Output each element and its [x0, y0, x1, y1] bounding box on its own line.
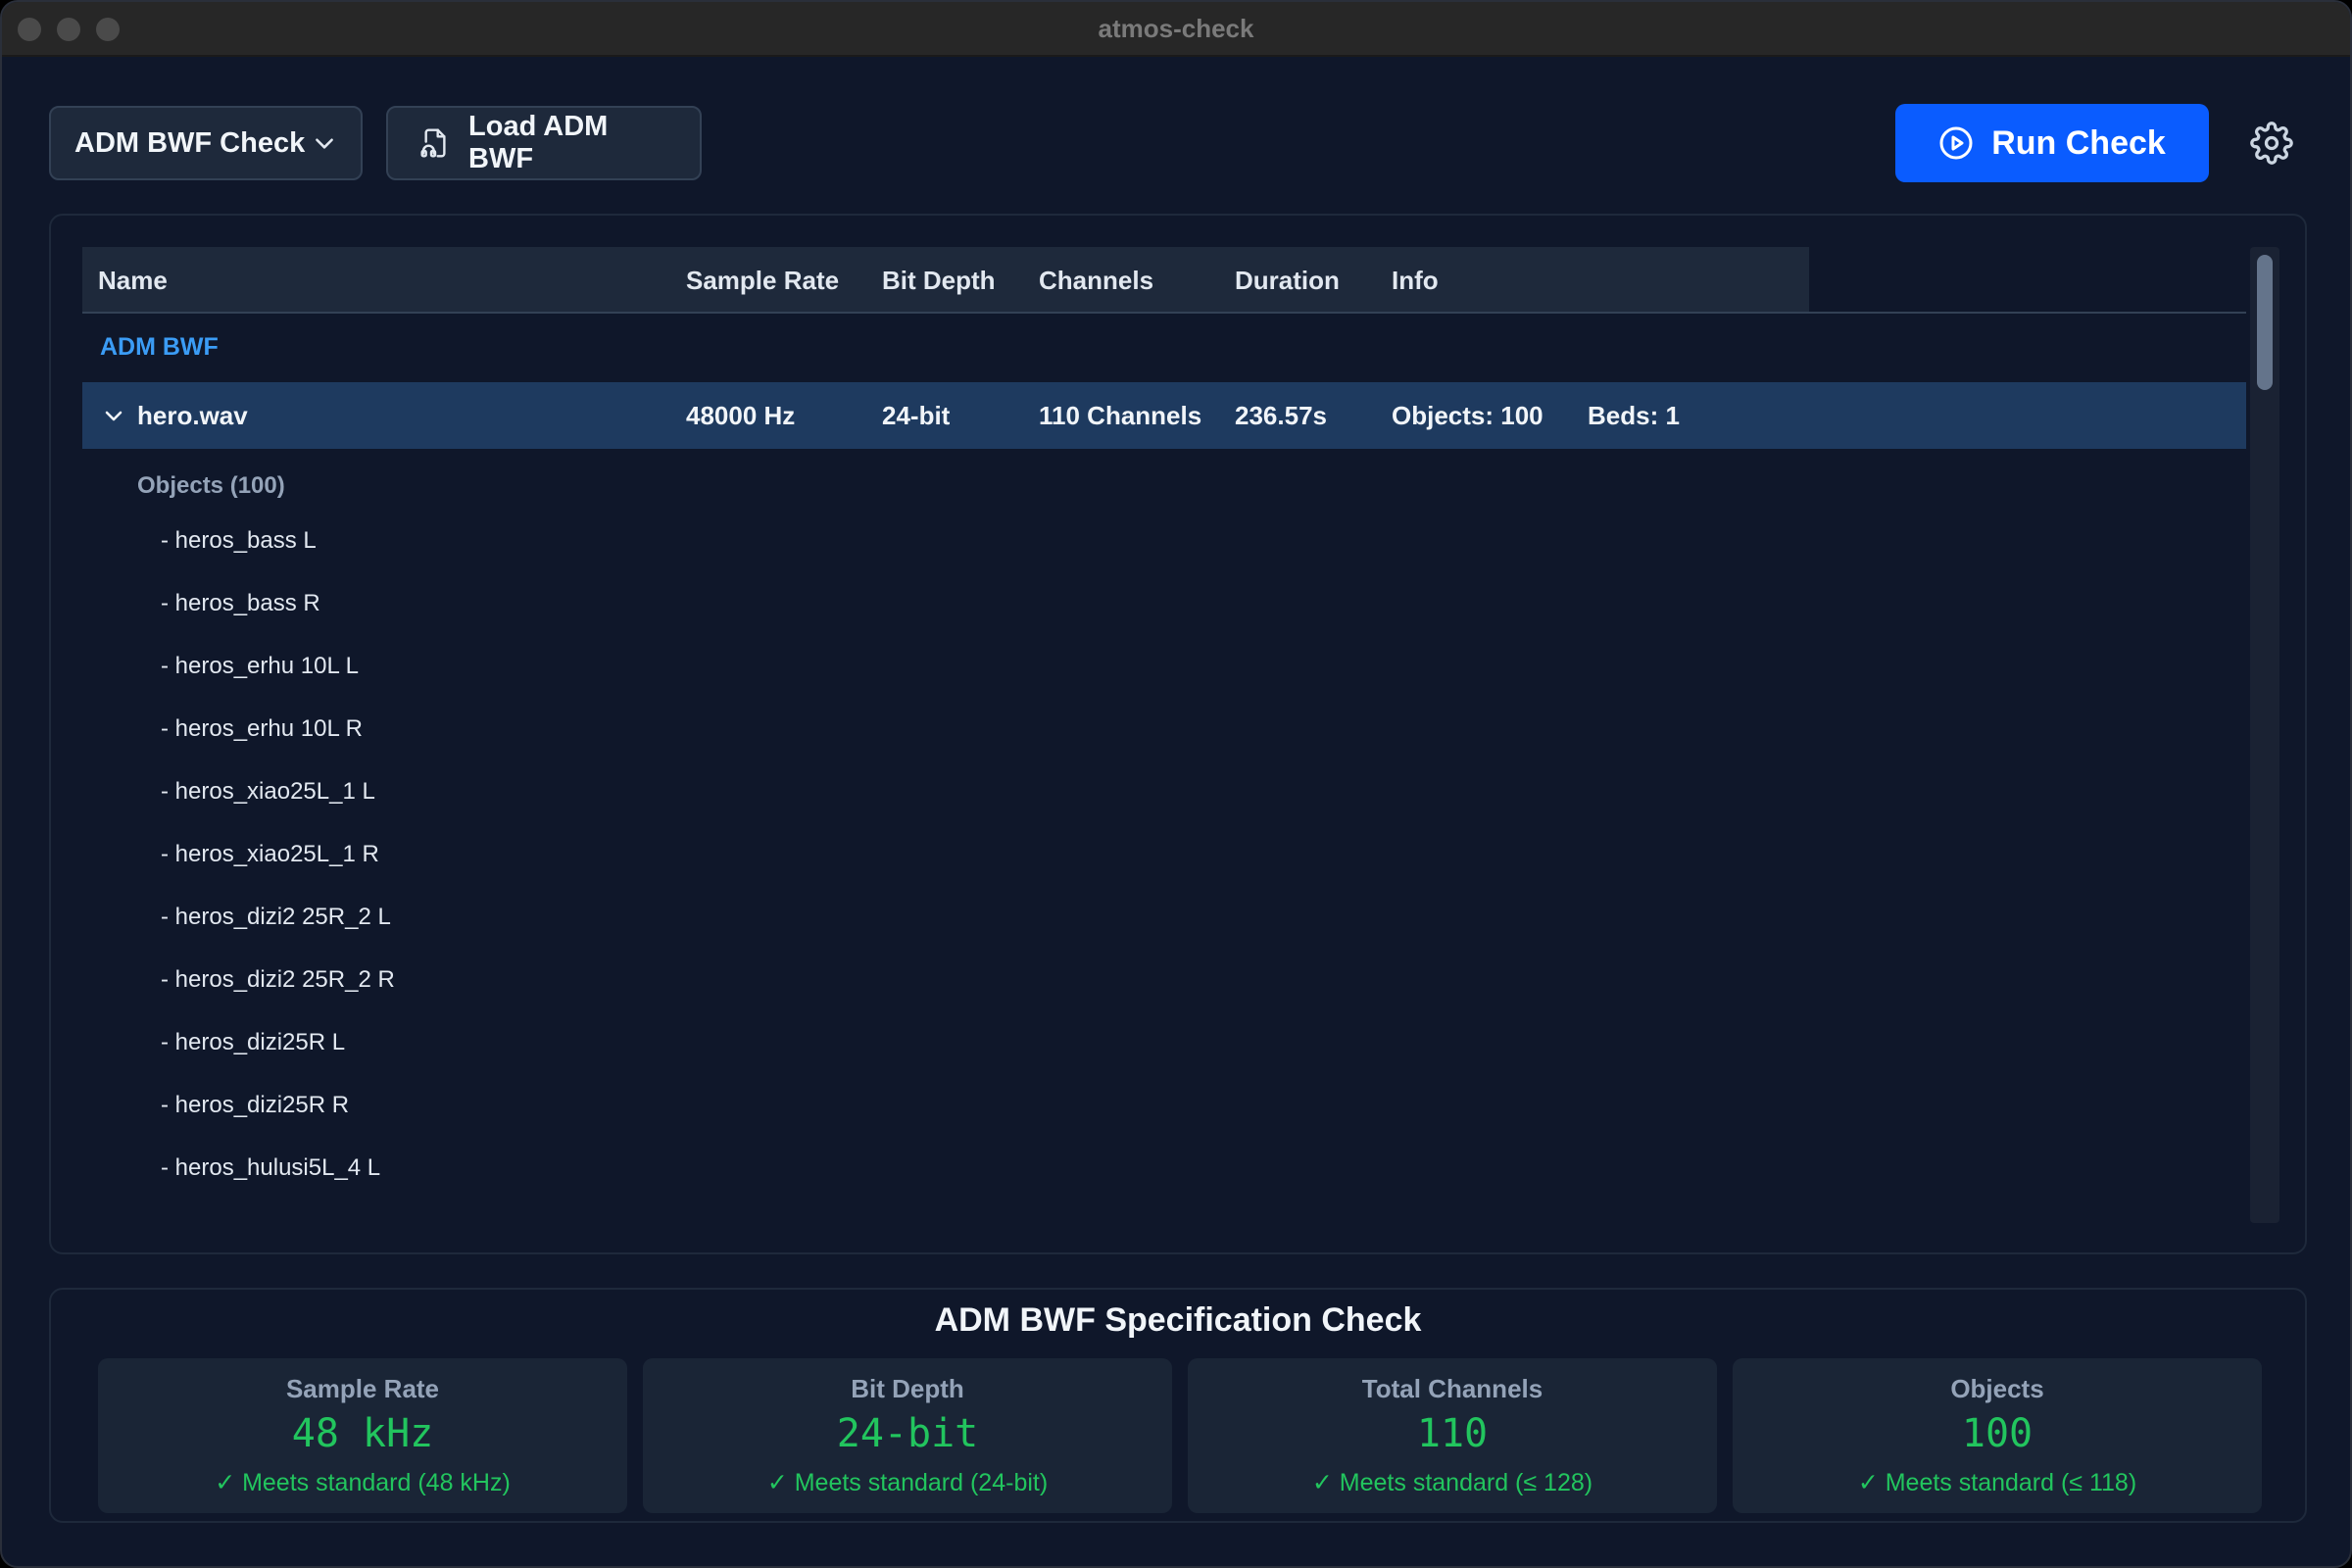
window-title: atmos-check [1098, 13, 1254, 43]
file-audio-icon [420, 128, 446, 158]
list-item: - heros_bass R [161, 590, 320, 616]
list-item: - heros_dizi2 25R_2 R [161, 966, 395, 993]
window-controls [18, 18, 120, 41]
objects-list: - heros_bass L - heros_bass R - heros_er… [161, 510, 395, 1200]
scrollbar-thumb[interactable] [2257, 255, 2273, 390]
gear-icon[interactable] [2250, 122, 2293, 165]
chevron-down-icon [316, 138, 333, 149]
file-duration: 236.57s [1235, 401, 1327, 430]
card-value: 48 kHz [291, 1411, 434, 1456]
table-scrollbar[interactable] [2250, 247, 2279, 1223]
spec-card-total-channels: Total Channels 110 ✓ Meets standard (≤ 1… [1188, 1358, 1717, 1513]
file-name: hero.wav [137, 401, 248, 430]
toolbar: ADM BWF Check Load ADM BWF Run Check [49, 104, 2303, 182]
column-header-duration[interactable]: Duration [1235, 247, 1340, 314]
file-sample-rate: 48000 Hz [686, 401, 796, 430]
column-header-bit-depth[interactable]: Bit Depth [882, 247, 996, 314]
app-window: atmos-check ADM BWF Check Load ADM BWF R… [0, 0, 2352, 1568]
mode-select[interactable]: ADM BWF Check [49, 106, 363, 180]
list-item: - heros_erhu 10L L [161, 653, 359, 679]
list-item: - heros_dizi2 25R_2 L [161, 904, 391, 930]
load-button-label: Load ADM BWF [468, 111, 609, 174]
card-status: ✓ Meets standard (≤ 128) [1311, 1469, 1593, 1496]
file-bit-depth: 24-bit [882, 401, 951, 430]
minimize-window-button[interactable] [57, 18, 80, 41]
play-circle-icon [1939, 126, 1973, 160]
list-item: - heros_xiao25L_1 L [161, 778, 375, 805]
file-objects: Objects: 100 [1392, 401, 1544, 430]
file-table-panel: Name Sample Rate Bit Depth Channels Dura… [49, 214, 2307, 1254]
file-beds: Beds: 1 [1588, 401, 1680, 430]
spec-card-sample-rate: Sample Rate 48 kHz ✓ Meets standard (48 … [98, 1358, 627, 1513]
spec-card-bit-depth: Bit Depth 24-bit ✓ Meets standard (24-bi… [643, 1358, 1172, 1513]
title-bar: atmos-check [2, 2, 2350, 57]
objects-heading: Objects (100) [137, 472, 285, 499]
close-window-button[interactable] [18, 18, 41, 41]
file-channels: 110 Channels [1039, 401, 1202, 430]
card-status: ✓ Meets standard (≤ 118) [1857, 1469, 2137, 1496]
card-label: Bit Depth [851, 1374, 964, 1403]
list-item: - heros_dizi25R R [161, 1092, 350, 1118]
card-value: 24-bit [836, 1411, 979, 1456]
card-label: Sample Rate [285, 1374, 440, 1403]
run-button-label: Run Check [1991, 123, 2166, 162]
card-status: ✓ Meets standard (48 kHz) [215, 1469, 511, 1496]
card-status: ✓ Meets standard (24-bit) [766, 1469, 1049, 1496]
list-item: - heros_erhu 10L R [161, 715, 363, 742]
card-value: 110 [1416, 1411, 1489, 1456]
header-divider [82, 312, 2246, 314]
zoom-window-button[interactable] [96, 18, 120, 41]
card-label: Objects [1950, 1374, 2044, 1403]
group-label: ADM BWF [100, 333, 219, 361]
list-item: - heros_bass L [161, 527, 317, 554]
spec-card-objects: Objects 100 ✓ Meets standard (≤ 118) [1733, 1358, 2262, 1513]
column-header-name[interactable]: Name [98, 247, 168, 314]
list-item: - heros_xiao25L_1 R [161, 841, 379, 867]
run-check-button[interactable]: Run Check [1895, 104, 2209, 182]
table-header: Name Sample Rate Bit Depth Channels Dura… [82, 247, 1809, 314]
column-header-sample-rate[interactable]: Sample Rate [686, 247, 839, 314]
table-row-file[interactable]: hero.wav 48000 Hz 24-bit 110 Channels 23… [82, 382, 2246, 449]
mode-select-label: ADM BWF Check [74, 126, 306, 159]
list-item: - heros_dizi25R L [161, 1029, 346, 1055]
spec-check-panel: ADM BWF Specification Check Sample Rate … [49, 1288, 2307, 1523]
card-value: 100 [1961, 1411, 2034, 1456]
card-label: Total Channels [1361, 1374, 1544, 1403]
list-item: - heros_hulusi5L_4 L [161, 1154, 381, 1181]
column-header-info[interactable]: Info [1392, 247, 1439, 314]
row-chevron-icon[interactable] [102, 404, 125, 427]
spec-check-title: ADM BWF Specification Check [934, 1301, 1422, 1339]
column-header-channels[interactable]: Channels [1039, 247, 1153, 314]
load-adm-bwf-button[interactable]: Load ADM BWF [386, 106, 702, 180]
